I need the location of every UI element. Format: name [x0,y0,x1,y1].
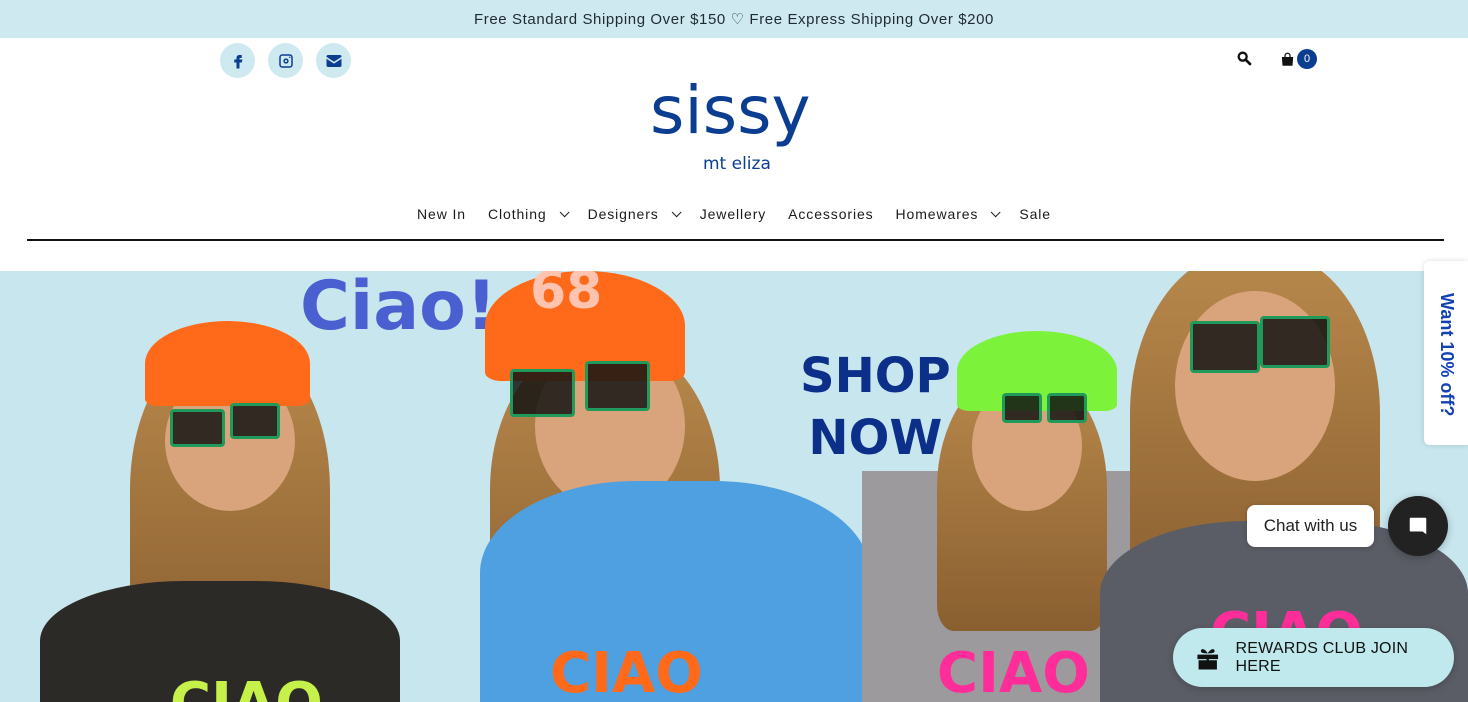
announcement-bar: Free Standard Shipping Over $150 ♡ Free … [0,0,1468,38]
discount-popup-tab[interactable]: Want 10% off? [1424,261,1468,445]
nav-item-clothing[interactable]: Clothing [477,204,577,224]
nav-label: Sale [1019,206,1051,222]
shirt-print: CIAO [937,641,1090,702]
shirt-print: CIAO [550,641,703,702]
nav-item-jewellery[interactable]: Jewellery [689,204,777,224]
nav-item-sale[interactable]: Sale [1008,204,1062,224]
gift-icon [1197,648,1219,669]
instagram-icon [278,53,293,68]
logo-subtitle: mt eliza [703,154,771,174]
cart-count-badge: 0 [1297,49,1317,69]
search-button[interactable] [1236,50,1254,68]
rewards-club-button[interactable]: REWARDS CLUB JOIN HERE [1173,628,1454,687]
nav-label: Designers [587,206,659,222]
nav-label: New In [417,206,466,222]
facebook-link[interactable] [220,43,255,78]
main-nav: New In Clothing Designers Jewellery Acce… [0,204,1468,224]
nav-label: Clothing [488,206,547,222]
chat-prompt-label: Chat with us [1263,516,1358,535]
chat-prompt[interactable]: Chat with us [1247,505,1374,547]
site-logo[interactable]: sissy mt eliza [650,78,820,178]
nav-divider [27,239,1444,241]
chevron-down-icon [559,206,570,217]
nav-label: Homewares [895,206,979,222]
nav-item-designers[interactable]: Designers [577,204,689,224]
envelope-icon [326,54,341,67]
nav-label: Accessories [788,206,874,222]
shopping-bag-icon [1281,52,1294,66]
model-figure: CIAO [40,291,420,702]
discount-tab-label: Want 10% off? [1437,293,1457,417]
social-links [220,43,351,78]
search-icon [1237,51,1252,66]
model-figure: 68 CIAO [430,271,870,702]
chat-launcher-button[interactable] [1388,496,1448,556]
shirt-print: CIAO [170,671,323,702]
instagram-link[interactable] [268,43,303,78]
chat-icon [1409,517,1427,535]
rewards-label: REWARDS CLUB JOIN HERE [1235,639,1409,675]
nav-item-accessories[interactable]: Accessories [777,204,884,224]
cap-number: 68 [530,271,603,321]
logo-wordmark: sissy [650,72,811,149]
nav-item-new-in[interactable]: New In [406,204,477,224]
email-link[interactable] [316,43,351,78]
chevron-down-icon [991,206,1001,217]
nav-label: Jewellery [699,206,767,222]
facebook-icon [233,54,242,68]
announcement-text: Free Standard Shipping Over $150 ♡ Free … [474,11,994,28]
nav-item-homewares[interactable]: Homewares [885,204,1009,224]
cart-button[interactable]: 0 [1280,49,1317,69]
chevron-down-icon [671,206,682,217]
